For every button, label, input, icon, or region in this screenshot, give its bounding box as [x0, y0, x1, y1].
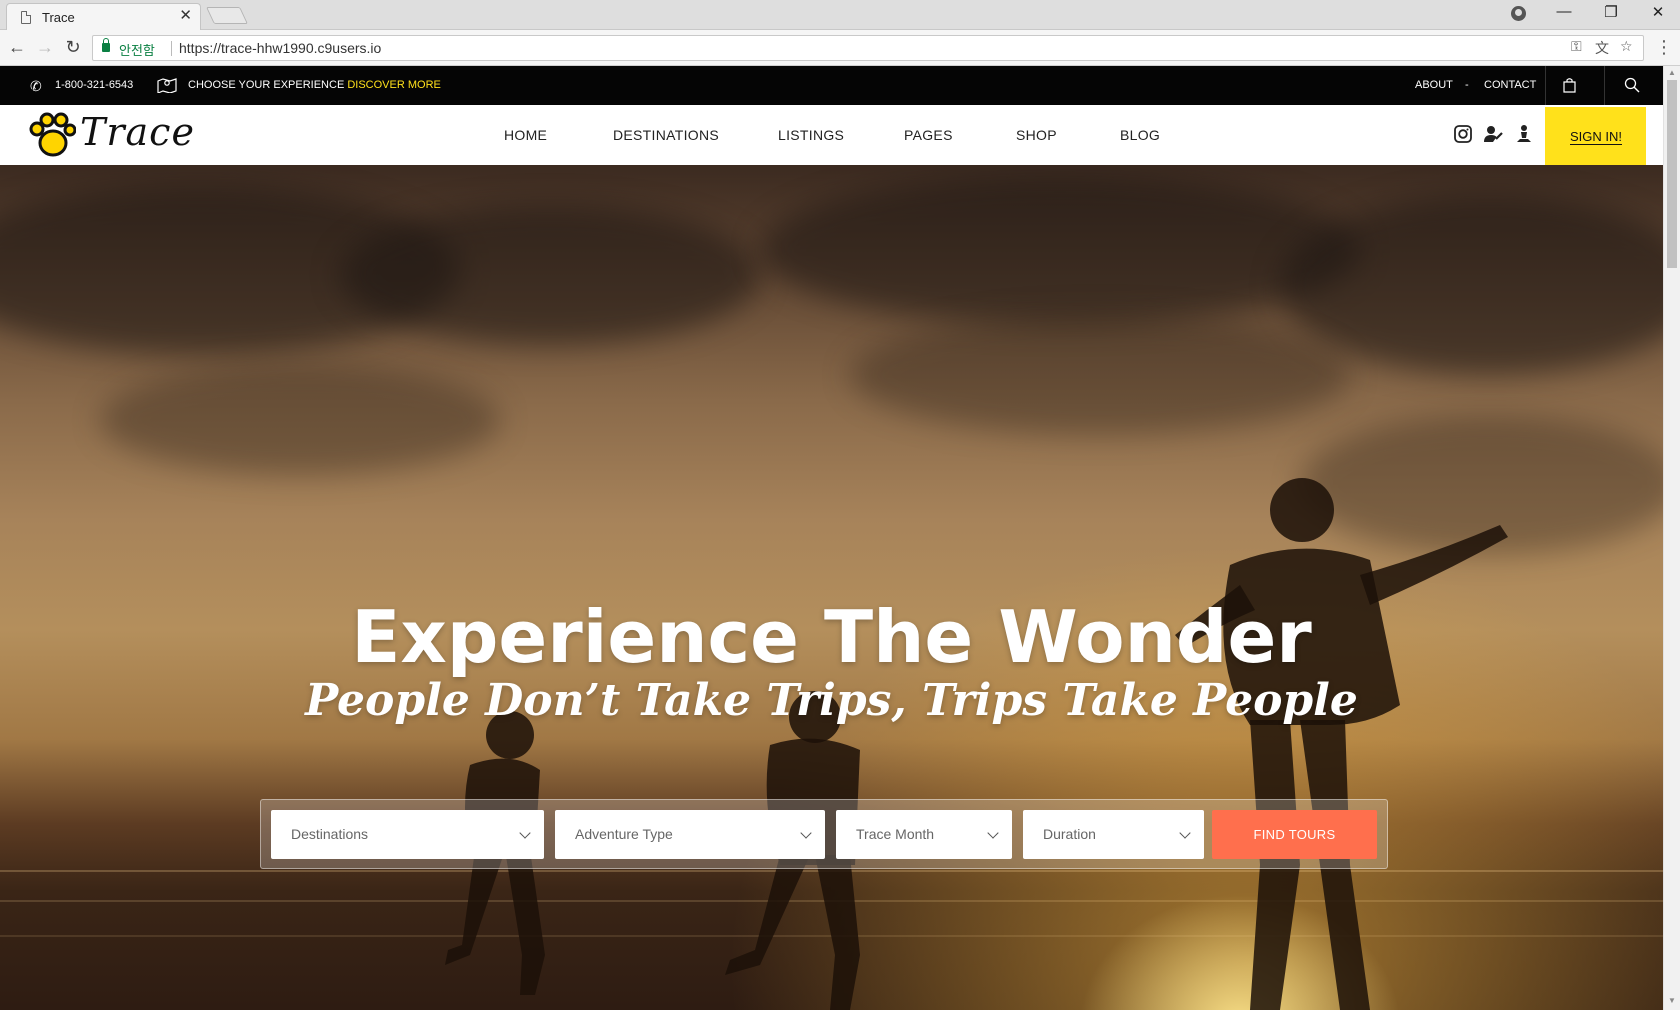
search-icon[interactable]: [1624, 77, 1640, 93]
page-scrollbar[interactable]: ▲ ▼: [1663, 66, 1680, 1010]
find-tours-button[interactable]: FIND TOURS: [1212, 810, 1377, 859]
star-icon[interactable]: ☆: [1620, 38, 1633, 55]
user-add-icon[interactable]: [1483, 124, 1503, 144]
omnibox-divider: [171, 41, 172, 56]
nav-shop[interactable]: SHOP: [1016, 127, 1057, 143]
hero-subtitle: People Don’t Take Trips, Trips Take Peop…: [305, 675, 1358, 726]
about-link[interactable]: ABOUT: [1415, 79, 1453, 91]
adventure-type-select[interactable]: Adventure Type: [555, 810, 825, 859]
document-icon: [21, 11, 31, 24]
web-page: ✆ 1-800-321-6543 CHOOSE YOUR EXPERIENCE …: [0, 66, 1663, 1010]
logo-text[interactable]: Trace: [80, 110, 195, 154]
scroll-thumb[interactable]: [1667, 80, 1677, 268]
choose-label: CHOOSE YOUR EXPERIENCE: [188, 79, 345, 91]
address-bar: ← → ↻ 안전함 https://trace-hhw1990.c9users.…: [0, 30, 1680, 66]
sign-in-button[interactable]: SIGN IN!: [1545, 107, 1646, 165]
tab-close-icon[interactable]: ✕: [179, 8, 192, 23]
topbar-divider: [1545, 66, 1546, 105]
browser-tab-strip: Trace ✕ — ❐ ✕: [0, 0, 1680, 30]
top-separator: -: [1465, 79, 1469, 91]
top-info-bar: ✆ 1-800-321-6543 CHOOSE YOUR EXPERIENCE …: [0, 66, 1663, 105]
nav-pages[interactable]: PAGES: [904, 127, 953, 143]
hero-silhouettes: [445, 478, 1508, 1010]
choose-experience-text: CHOOSE YOUR EXPERIENCE DISCOVER MORE: [188, 79, 441, 91]
main-navigation: Trace HOME DESTINATIONS LISTINGS PAGES S…: [0, 105, 1663, 165]
trace-month-label: Trace Month: [856, 826, 935, 842]
chevron-down-icon: [800, 827, 812, 839]
restore-button[interactable]: ❐: [1596, 3, 1626, 21]
destinations-label: Destinations: [291, 826, 369, 842]
sign-in-label: SIGN IN!: [1570, 129, 1623, 145]
forward-button[interactable]: →: [34, 37, 56, 59]
secure-label: 안전함: [119, 44, 155, 59]
phone-number[interactable]: 1-800-321-6543: [55, 79, 133, 91]
nav-destinations[interactable]: DESTINATIONS: [613, 127, 719, 143]
duration-label: Duration: [1043, 826, 1096, 842]
topbar-divider: [1604, 66, 1605, 105]
person-icon[interactable]: [1514, 124, 1534, 144]
translate-icon[interactable]: 文: [1595, 38, 1609, 58]
browser-tab[interactable]: Trace ✕: [6, 3, 201, 30]
chevron-down-icon: [519, 827, 531, 839]
paw-logo-icon[interactable]: [28, 112, 76, 158]
trace-month-select[interactable]: Trace Month: [836, 810, 1012, 859]
nav-home[interactable]: HOME: [499, 127, 552, 146]
phone-icon: ✆: [30, 78, 42, 94]
lock-icon: [102, 38, 110, 52]
tour-search-form: Destinations Adventure Type Trace Month …: [260, 799, 1388, 869]
instagram-icon[interactable]: [1453, 124, 1473, 144]
duration-select[interactable]: Duration: [1023, 810, 1204, 859]
omnibox[interactable]: 안전함 https://trace-hhw1990.c9users.io ⚿ 文…: [92, 35, 1644, 61]
profile-icon[interactable]: [1511, 6, 1526, 21]
chevron-down-icon: [1179, 827, 1191, 839]
browser-menu-icon[interactable]: ⋮: [1655, 38, 1673, 56]
url-text[interactable]: https://trace-hhw1990.c9users.io: [179, 40, 381, 56]
contact-link[interactable]: CONTACT: [1484, 79, 1536, 91]
adventure-type-label: Adventure Type: [575, 826, 673, 842]
destinations-select[interactable]: Destinations: [271, 810, 544, 859]
new-tab-button[interactable]: [206, 7, 248, 24]
scroll-up-icon[interactable]: ▲: [1668, 68, 1676, 77]
chevron-down-icon: [987, 827, 999, 839]
discover-more-link[interactable]: DISCOVER MORE: [347, 79, 441, 91]
window-close-button[interactable]: ✕: [1643, 3, 1673, 21]
reload-button[interactable]: ↻: [62, 37, 84, 59]
hero-section: Experience The Wonder People Don’t Take …: [0, 165, 1663, 1010]
map-icon: [157, 78, 177, 93]
cart-bag-icon[interactable]: [1562, 77, 1577, 93]
key-icon[interactable]: ⚿: [1571, 38, 1582, 55]
scroll-down-icon[interactable]: ▼: [1668, 996, 1676, 1005]
minimize-button[interactable]: —: [1549, 3, 1579, 20]
tab-title: Trace: [42, 10, 75, 25]
back-button[interactable]: ←: [6, 37, 28, 59]
nav-blog[interactable]: BLOG: [1120, 127, 1160, 143]
nav-listings[interactable]: LISTINGS: [778, 127, 844, 143]
hero-title: Experience The Wonder: [351, 595, 1312, 679]
